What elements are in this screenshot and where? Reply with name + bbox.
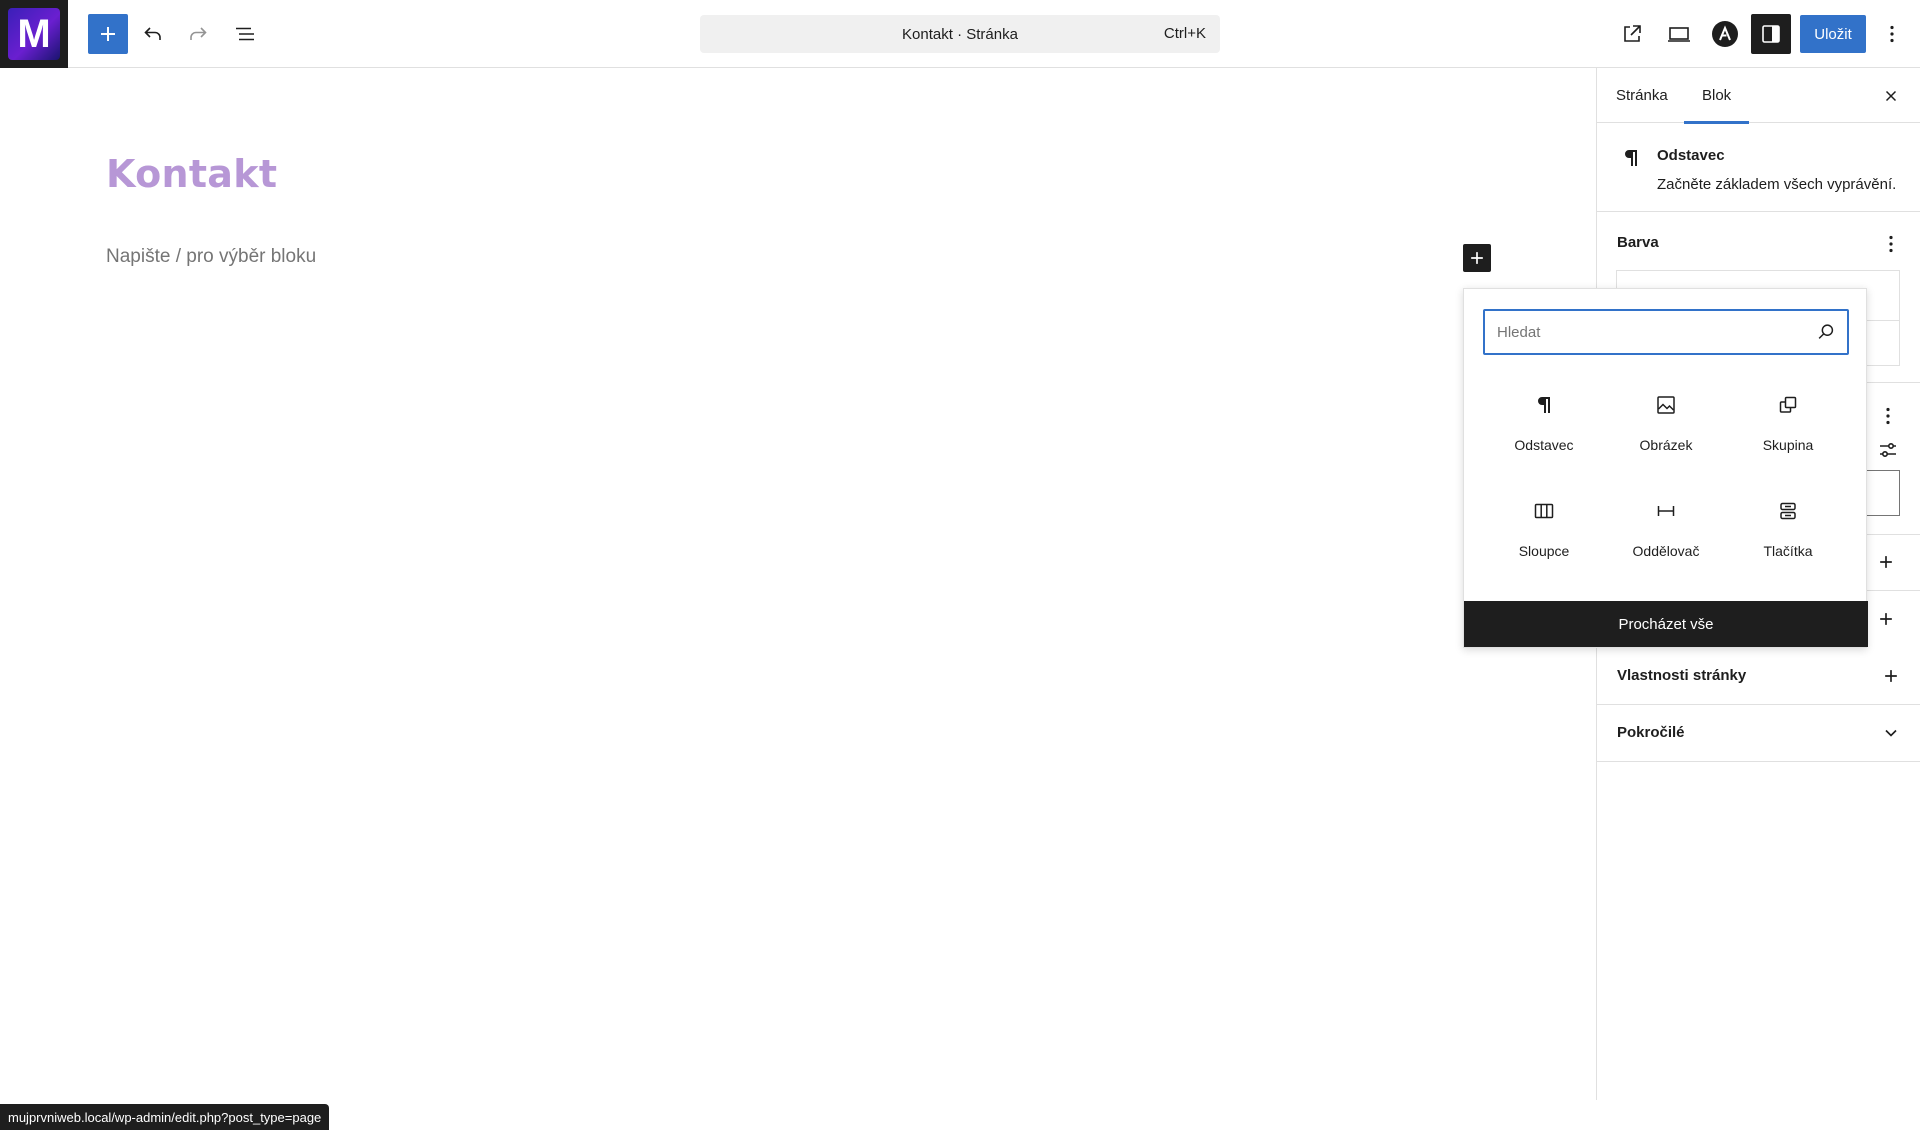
document-title: Kontakt · Stránka — [902, 25, 1018, 43]
astra-logo-icon — [1712, 21, 1738, 47]
keyboard-shortcut: Ctrl+K — [1163, 25, 1206, 42]
expand-page-properties-button[interactable] — [1879, 664, 1903, 688]
advanced-panel-header[interactable]: Pokročilé — [1597, 705, 1920, 762]
block-option-image[interactable]: Obrázek — [1605, 387, 1727, 493]
block-option-buttons[interactable]: Tlačítka — [1727, 493, 1849, 599]
astra-settings-button[interactable] — [1705, 14, 1745, 54]
page-properties-title: Vlastnosti stránky — [1617, 667, 1747, 684]
advanced-panel-title: Pokročilé — [1617, 724, 1685, 741]
editor-top-bar: M Kontakt · Stránka Ctrl+K Uložit — [0, 0, 1920, 68]
preview-device-button[interactable] — [1659, 14, 1699, 54]
block-name: Odstavec — [1657, 147, 1725, 164]
columns-icon — [1534, 503, 1554, 519]
empty-paragraph-block[interactable]: Napište / pro výběr bloku — [106, 246, 316, 268]
quick-inserter-popover: Odstavec Obrázek Skupina Sloupce Oddělov… — [1463, 288, 1868, 648]
block-option-paragraph[interactable]: Odstavec — [1483, 387, 1605, 493]
buttons-icon — [1780, 502, 1796, 520]
block-option-label: Obrázek — [1639, 437, 1693, 453]
image-icon — [1657, 396, 1675, 414]
block-option-label: Tlačítka — [1763, 543, 1813, 559]
redo-icon — [190, 27, 207, 40]
search-icon — [1818, 324, 1834, 339]
block-inserter-toggle-button[interactable] — [88, 14, 128, 54]
block-option-columns[interactable]: Sloupce — [1483, 493, 1605, 599]
plus-icon — [1471, 252, 1483, 264]
command-palette-button[interactable]: Kontakt · Stránka Ctrl+K — [700, 15, 1220, 53]
block-option-separator[interactable]: Oddělovač — [1605, 493, 1727, 599]
plus-icon — [1880, 613, 1892, 625]
options-menu-button[interactable] — [1872, 14, 1912, 54]
typography-options-button[interactable] — [1876, 404, 1900, 428]
undo-icon — [144, 27, 161, 40]
block-option-label: Odstavec — [1514, 437, 1574, 453]
block-search-input[interactable] — [1497, 321, 1797, 343]
color-panel-title: Barva — [1617, 234, 1659, 251]
inline-add-block-button[interactable] — [1463, 244, 1491, 272]
expand-panel-button[interactable] — [1876, 609, 1896, 629]
page-title[interactable]: Kontakt — [106, 152, 277, 196]
document-overview-button[interactable] — [225, 14, 265, 54]
close-sidebar-button[interactable] — [1879, 84, 1903, 108]
external-link-icon — [1624, 25, 1641, 42]
block-types-grid: Odstavec Obrázek Skupina Sloupce Oddělov… — [1483, 387, 1849, 597]
plus-icon — [1880, 556, 1892, 568]
list-view-icon — [236, 27, 254, 41]
block-search-field[interactable] — [1483, 309, 1849, 355]
chevron-down-icon — [1885, 729, 1897, 737]
view-page-button[interactable] — [1612, 14, 1652, 54]
settings-sliders-icon — [1880, 443, 1896, 458]
save-button[interactable]: Uložit — [1800, 15, 1866, 53]
tab-block[interactable]: Blok — [1683, 68, 1750, 124]
expand-advanced-button[interactable] — [1879, 721, 1903, 745]
block-description: Začněte základem všech vyprávění. — [1657, 176, 1897, 193]
page-properties-panel-header[interactable]: Vlastnosti stránky — [1597, 648, 1920, 705]
plus-icon — [1885, 670, 1897, 682]
tab-page[interactable]: Stránka — [1616, 68, 1668, 123]
redo-button[interactable] — [178, 14, 218, 54]
block-option-label: Skupina — [1762, 437, 1814, 453]
more-vertical-icon — [1889, 235, 1893, 253]
color-options-button[interactable] — [1879, 232, 1903, 256]
link-url-status-bar: mujprvniweb.local/wp-admin/edit.php?post… — [0, 1104, 330, 1130]
color-panel-header[interactable]: Barva — [1597, 212, 1920, 276]
site-logo-button[interactable]: M — [0, 0, 68, 68]
close-icon — [1885, 90, 1897, 102]
paragraph-icon — [1625, 150, 1637, 166]
more-vertical-icon — [1886, 407, 1890, 425]
expand-panel-button[interactable] — [1876, 552, 1896, 572]
sidebar-tabs: Stránka Blok — [1597, 68, 1920, 124]
plus-icon — [101, 27, 115, 41]
separator-icon — [1657, 506, 1675, 516]
site-logo: M — [8, 8, 60, 60]
sidebar-icon — [1762, 25, 1780, 43]
settings-sidebar-toggle-button[interactable] — [1751, 14, 1791, 54]
group-icon — [1779, 396, 1797, 413]
block-option-label: Oddělovač — [1632, 543, 1700, 559]
paragraph-icon — [1538, 397, 1550, 413]
custom-size-toggle-button[interactable] — [1876, 438, 1900, 462]
block-option-group[interactable]: Skupina — [1727, 387, 1849, 493]
desktop-icon — [1668, 27, 1690, 42]
undo-button[interactable] — [133, 14, 173, 54]
block-card: Odstavec Začněte základem všech vyprávěn… — [1597, 124, 1920, 212]
browse-all-button[interactable]: Procházet vše — [1464, 601, 1868, 647]
block-option-label: Sloupce — [1518, 543, 1570, 559]
more-vertical-icon — [1890, 25, 1894, 43]
